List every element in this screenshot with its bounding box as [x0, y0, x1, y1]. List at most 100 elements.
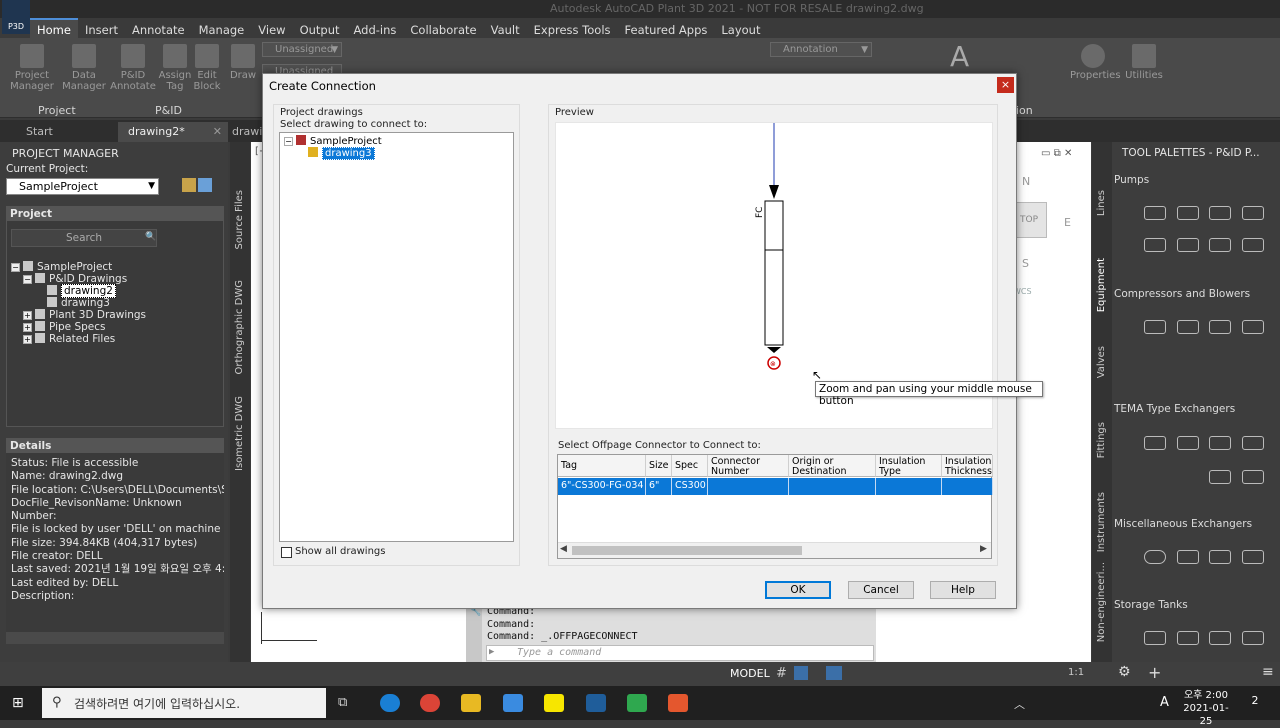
input-language[interactable]: A	[1160, 695, 1169, 710]
pump-icon[interactable]	[1242, 206, 1264, 220]
tab-fittings[interactable]: Fittings	[1096, 422, 1107, 458]
exchanger-icon[interactable]	[1242, 436, 1264, 450]
edit-block-button[interactable]: Edit Block	[190, 44, 224, 92]
tab-lines[interactable]: Lines	[1096, 190, 1107, 216]
taskbar-search-input[interactable]: 검색하려면 여기에 입력하십시오.	[42, 688, 326, 718]
tree-item-drawing2[interactable]: drawing2	[47, 284, 116, 298]
project-tools-icon[interactable]	[198, 178, 212, 192]
tab-annotate[interactable]: Annotate	[125, 20, 192, 40]
compressor-icon[interactable]	[1177, 320, 1199, 334]
project-setup-icon[interactable]	[182, 178, 196, 192]
column-header-spec[interactable]: Spec	[672, 455, 708, 477]
task-view-icon[interactable]: ⧉	[338, 695, 347, 710]
orange-app-icon[interactable]	[668, 694, 688, 712]
drawing-tree[interactable]: − SampleProject drawing3	[279, 132, 514, 542]
pid-annotate-button[interactable]: P&ID Annotate	[110, 44, 156, 92]
blower-icon[interactable]	[1209, 320, 1231, 334]
tab-instruments[interactable]: Instruments	[1096, 492, 1107, 552]
scrollbar-thumb[interactable]	[572, 546, 802, 555]
tree-item-related-files[interactable]: + Related Files	[23, 333, 115, 345]
pump-icon[interactable]	[1209, 238, 1231, 252]
annotation-dropdown[interactable]: Annotation ▼	[770, 42, 872, 57]
windows-start-icon[interactable]: ⊞	[12, 695, 24, 711]
tree-item-plant3d[interactable]: + Plant 3D Drawings	[23, 309, 146, 321]
tree-item-drawing3[interactable]: drawing3	[47, 297, 110, 309]
unassigned-dropdown-1[interactable]: Unassigned ▼	[262, 42, 342, 57]
close-icon[interactable]: ✕	[213, 125, 222, 138]
show-hidden-icons[interactable]: ︿	[1014, 696, 1025, 712]
tab-insert[interactable]: Insert	[78, 20, 125, 40]
mail-icon[interactable]	[503, 694, 523, 712]
column-header-insulation-thickness[interactable]: Insulation Thickness	[942, 455, 993, 477]
green-app-icon[interactable]	[627, 694, 647, 712]
tab-output[interactable]: Output	[293, 20, 347, 40]
pump-icon[interactable]	[1209, 206, 1231, 220]
text-style-icon[interactable]: A	[950, 40, 969, 73]
tab-manage[interactable]: Manage	[192, 20, 252, 40]
tab-featured-apps[interactable]: Featured Apps	[618, 20, 715, 40]
tree-item-sampleproject[interactable]: − SampleProject	[11, 261, 112, 273]
collapse-icon[interactable]: −	[23, 275, 32, 284]
show-all-checkbox[interactable]	[281, 547, 292, 558]
plus-icon[interactable]: +	[1148, 663, 1161, 682]
tab-home[interactable]: Home	[30, 18, 78, 40]
kakaotalk-icon[interactable]	[544, 694, 564, 712]
current-project-dropdown[interactable]: SampleProject ▼	[6, 178, 159, 195]
edge-icon[interactable]	[380, 694, 400, 712]
tab-drawing2[interactable]: drawing2* ✕	[118, 122, 228, 142]
command-input[interactable]: Type a command	[486, 645, 874, 661]
misc-exchanger-icon[interactable]	[1144, 550, 1166, 564]
exchanger-icon[interactable]	[1177, 436, 1199, 450]
column-header-size[interactable]: Size	[646, 455, 672, 477]
assign-tag-button[interactable]: Assign Tag	[155, 44, 195, 92]
file-explorer-icon[interactable]	[461, 694, 481, 712]
app-logo[interactable]: P3D	[2, 0, 30, 34]
dialog-close-button[interactable]: ×	[997, 77, 1014, 93]
tab-start[interactable]: Start	[16, 122, 63, 142]
scroll-left-icon[interactable]: ◀	[560, 544, 567, 554]
pump-icon[interactable]	[1144, 238, 1166, 252]
tab-equipment[interactable]: Equipment	[1096, 258, 1107, 312]
expand-icon[interactable]: +	[23, 311, 32, 320]
notification-center-icon[interactable]: 2	[1246, 694, 1264, 712]
misc-exchanger-icon[interactable]	[1177, 550, 1199, 564]
project-manager-button[interactable]: Project Manager	[10, 44, 54, 92]
blower-icon[interactable]	[1242, 320, 1264, 334]
pump-icon[interactable]	[1242, 238, 1264, 252]
tab-express-tools[interactable]: Express Tools	[527, 20, 618, 40]
utilities-button[interactable]: Utilities	[1122, 44, 1166, 81]
column-header-insulation-type[interactable]: Insulation Type	[876, 455, 942, 477]
exchanger-icon[interactable]	[1144, 436, 1166, 450]
collapse-icon[interactable]: −	[284, 137, 293, 146]
expand-icon[interactable]: +	[23, 323, 32, 332]
cancel-button[interactable]: Cancel	[848, 581, 914, 599]
tab-source-files[interactable]: Source Files	[234, 190, 245, 249]
tank-icon[interactable]	[1144, 631, 1166, 645]
tab-orthographic-dwg[interactable]: Orthographic DWG	[234, 280, 245, 374]
exchanger-icon[interactable]	[1209, 470, 1231, 484]
pump-icon[interactable]	[1177, 238, 1199, 252]
tab-non-engineering[interactable]: Non-engineeri...	[1096, 562, 1107, 642]
window-controls[interactable]: ▭ ⧉ ✕	[1041, 148, 1072, 159]
tab-add-ins[interactable]: Add-ins	[347, 20, 404, 40]
snap-icon[interactable]	[794, 666, 808, 680]
grid-icon[interactable]: #	[776, 666, 787, 681]
collapse-icon[interactable]: −	[11, 263, 20, 272]
annotation-scale[interactable]: 1:1	[1068, 667, 1084, 678]
details-scrollbar[interactable]	[6, 632, 224, 644]
tab-layout[interactable]: Layout	[714, 20, 767, 40]
pump-icon[interactable]	[1144, 206, 1166, 220]
column-header-tag[interactable]: Tag	[558, 455, 646, 477]
tank-icon[interactable]	[1177, 631, 1199, 645]
ortho-icon[interactable]	[826, 666, 842, 680]
draw-button[interactable]: Draw	[228, 44, 258, 81]
misc-exchanger-icon[interactable]	[1242, 550, 1264, 564]
table-row[interactable]: 6"-CS300-FG-034 6" CS300	[558, 478, 993, 495]
scroll-right-icon[interactable]: ▶	[980, 544, 987, 554]
gear-icon[interactable]: ⚙	[1118, 664, 1131, 680]
ok-button[interactable]: OK	[765, 581, 831, 599]
tab-vault[interactable]: Vault	[484, 20, 527, 40]
tree-item-pipe-specs[interactable]: + Pipe Specs	[23, 321, 106, 333]
tree-item-sampleproject[interactable]: − SampleProject	[284, 135, 382, 147]
search-input[interactable]: Search	[11, 229, 157, 247]
